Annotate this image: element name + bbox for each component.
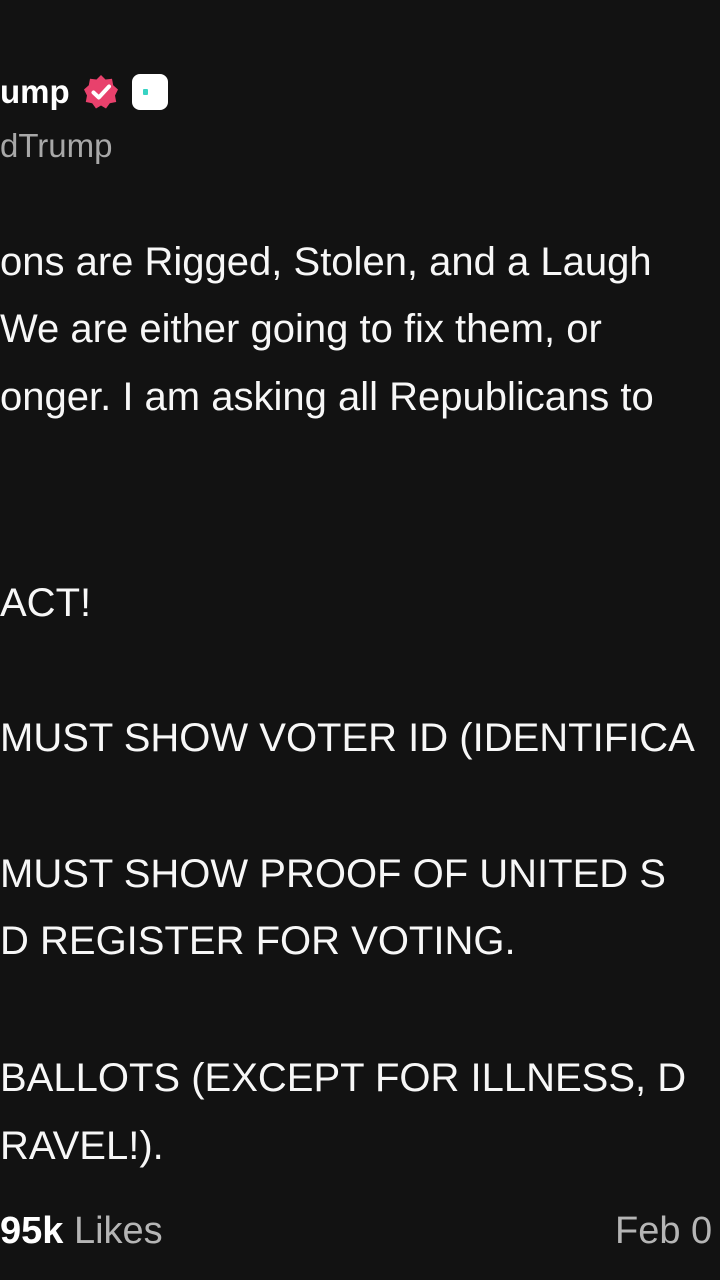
post-line: We are either going to fix them, or [0, 307, 602, 351]
post-screen: ump dTrump ons are Rigged, Stolen, and a… [0, 0, 720, 1280]
likes-button[interactable]: 95k Likes [0, 1206, 163, 1256]
likes-count: 95k [0, 1210, 64, 1252]
author-display-name[interactable]: ump [0, 70, 70, 114]
author-handle[interactable]: dTrump [0, 124, 112, 168]
verified-icon [82, 73, 120, 111]
post-line: ACT! [0, 581, 92, 625]
author-name-row[interactable]: ump [0, 70, 168, 114]
post-line: BALLOTS (EXCEPT FOR ILLNESS, D [0, 1056, 687, 1100]
post-line: RAVEL!). [0, 1124, 164, 1168]
post-date: Feb 0 [615, 1210, 713, 1252]
post-line: D REGISTER FOR VOTING. [0, 919, 516, 963]
post-line: MUST SHOW PROOF OF UNITED S [0, 852, 666, 896]
likes-label: Likes [73, 1210, 163, 1252]
app-badge-icon [131, 74, 168, 110]
post-line: MUST SHOW VOTER ID (IDENTIFICA [0, 716, 695, 760]
post-line: onger. I am asking all Republicans to [0, 375, 654, 419]
app-badge-dot [142, 89, 148, 95]
post-footer: 95k Likes Feb 0 [0, 1206, 720, 1258]
post-line: ons are Rigged, Stolen, and a Laugh [0, 240, 652, 284]
